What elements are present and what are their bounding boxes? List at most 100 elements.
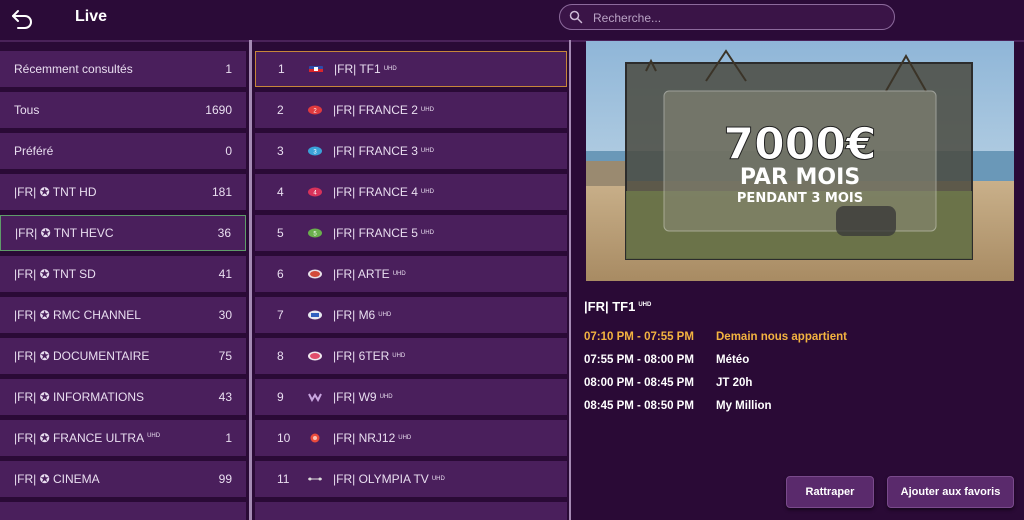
channel-item[interactable]: 4 4 |FR| FRANCE 4 UHD — [255, 174, 567, 210]
channel-number: 8 — [277, 349, 284, 363]
category-label: |FR| ✪ RMC CHANNEL — [14, 308, 141, 322]
channel-item[interactable]: 11 |FR| OLYMPIA TV UHD — [255, 461, 567, 497]
category-item-tnt-sd[interactable]: |FR| ✪ TNT SD 41 — [0, 256, 246, 292]
category-item-rmc[interactable]: |FR| ✪ RMC CHANNEL 30 — [0, 297, 246, 333]
uhd-badge: UHD — [378, 312, 392, 318]
category-item-cinema[interactable]: |FR| ✪ CINEMA 99 — [0, 461, 246, 497]
category-item-favorites[interactable]: Préféré 0 — [0, 133, 246, 169]
category-count: 41 — [218, 267, 232, 281]
epg-program-title: My Million — [716, 400, 772, 412]
tf1-logo-icon — [309, 66, 323, 72]
category-label: |FR| ✪ INFORMATIONS — [14, 390, 145, 404]
category-item-france-ultra[interactable]: |FR| ✪ FRANCE ULTRA UHD 1 — [0, 420, 246, 456]
category-item-all[interactable]: Tous 1690 — [0, 92, 246, 128]
category-count: 30 — [218, 308, 232, 322]
channel-item[interactable]: 8 |FR| 6TER UHD — [255, 338, 567, 374]
uhd-badge: UHD — [420, 107, 434, 113]
epg-row: 08:00 PM - 08:45 PM JT 20h — [584, 377, 752, 389]
channel-name: |FR| W9 — [333, 390, 377, 404]
epg-row: 08:45 PM - 08:50 PM My Million — [584, 400, 772, 412]
channel-item[interactable]: 10 |FR| NRJ12 UHD — [255, 420, 567, 456]
channel-item[interactable]: 7 |FR| M6 UHD — [255, 297, 567, 333]
channel-name: |FR| FRANCE 4 — [333, 185, 418, 199]
channel-item-partial[interactable] — [255, 502, 567, 520]
epg-program-title: Météo — [716, 354, 750, 366]
category-item-documentaire[interactable]: |FR| ✪ DOCUMENTAIRE 75 — [0, 338, 246, 374]
category-count: 43 — [218, 390, 232, 404]
category-label: |FR| ✪ CINEMA — [14, 472, 100, 486]
channel-number: 3 — [277, 144, 284, 158]
add-to-favorites-button[interactable]: Ajouter aux favoris — [887, 476, 1014, 508]
channel-name: |FR| ARTE — [333, 267, 390, 281]
channel-number: 7 — [277, 308, 284, 322]
channel-number: 10 — [277, 431, 291, 445]
channel-name: |FR| TF1 — [584, 299, 636, 314]
search-icon — [569, 10, 583, 24]
channel-item[interactable]: 3 3 |FR| FRANCE 3 UHD — [255, 133, 567, 169]
category-count: 0 — [225, 144, 232, 158]
category-label: |FR| ✪ DOCUMENTAIRE — [14, 349, 150, 363]
epg-time: 07:55 PM - 08:00 PM — [584, 354, 694, 366]
epg-time: 08:00 PM - 08:45 PM — [584, 377, 694, 389]
promo-line: PAR MOIS — [740, 165, 860, 190]
category-label: |FR| ✪ TNT HEVC — [15, 226, 114, 240]
category-label: Tous — [14, 103, 40, 117]
channel-item[interactable]: 6 |FR| ARTE UHD — [255, 256, 567, 292]
m6-logo-icon — [308, 310, 322, 320]
category-count: 1 — [225, 62, 232, 76]
search-input[interactable] — [591, 8, 885, 28]
back-arrow-icon[interactable] — [10, 6, 36, 32]
epg-row-current: 07:10 PM - 07:55 PM Demain nous appartien… — [584, 331, 847, 343]
channel-item[interactable]: 5 5 |FR| FRANCE 5 UHD — [255, 215, 567, 251]
category-count: 36 — [217, 226, 231, 240]
category-label: |FR| ✪ FRANCE ULTRA — [14, 431, 145, 445]
category-label: |FR| ✪ TNT SD — [14, 267, 96, 281]
category-item-recent[interactable]: Récemment consultés 1 — [0, 51, 246, 87]
category-item-informations[interactable]: |FR| ✪ INFORMATIONS 43 — [0, 379, 246, 415]
column-divider — [569, 40, 571, 520]
channel-item[interactable]: 2 2 |FR| FRANCE 2 UHD — [255, 92, 567, 128]
6ter-logo-icon — [308, 351, 322, 361]
category-item-tnt-hevc[interactable]: |FR| ✪ TNT HEVC 36 — [0, 215, 246, 251]
channel-name: |FR| M6 — [333, 308, 376, 322]
page-title: Live — [75, 8, 108, 25]
channel-name: |FR| TF1 — [334, 62, 381, 76]
channel-number: 2 — [277, 103, 284, 117]
catchup-button[interactable]: Rattraper — [786, 476, 874, 508]
uhd-badge: UHD — [420, 230, 434, 236]
promo-amount: 7000€ — [723, 119, 876, 170]
channel-number: 6 — [277, 267, 284, 281]
channel-number: 1 — [278, 62, 285, 76]
category-label: Récemment consultés — [14, 62, 133, 76]
channel-list: 1 |FR| TF1 UHD 2 2 |FR| FRANCE 2 UHD 3 3 |FR| F… — [252, 40, 569, 520]
channel-number: 11 — [277, 472, 290, 486]
france4-logo-icon: 4 — [308, 187, 322, 197]
category-item-tnt-hd[interactable]: |FR| ✪ TNT HD 181 — [0, 174, 246, 210]
category-item-partial[interactable] — [0, 502, 246, 520]
uhd-badge: UHD — [147, 433, 161, 439]
w9-logo-icon — [308, 393, 322, 402]
uhd-badge: UHD — [379, 394, 393, 400]
video-preview[interactable]: 7000€ PAR MOIS PENDANT 3 MOIS — [586, 41, 1014, 281]
channel-name: |FR| OLYMPIA TV — [333, 472, 429, 486]
france5-logo-icon: 5 — [308, 228, 322, 238]
channel-number: 4 — [277, 185, 284, 199]
channel-name: |FR| FRANCE 5 — [333, 226, 418, 240]
top-bar: Live — [0, 0, 1024, 40]
search-box[interactable] — [559, 4, 895, 30]
category-label: |FR| ✪ TNT HD — [14, 185, 97, 199]
france3-logo-icon: 3 — [308, 146, 322, 156]
epg-time: 08:45 PM - 08:50 PM — [584, 400, 694, 412]
channel-item[interactable]: 9 |FR| W9 UHD — [255, 379, 567, 415]
channel-item[interactable]: 1 |FR| TF1 UHD — [255, 51, 567, 87]
category-count: 1 — [225, 431, 232, 445]
category-count: 181 — [211, 185, 232, 199]
uhd-badge: UHD — [398, 435, 412, 441]
uhd-badge: UHD — [392, 353, 406, 359]
category-count: 75 — [218, 349, 232, 363]
channel-name: |FR| FRANCE 2 — [333, 103, 418, 117]
category-count: 1690 — [205, 103, 232, 117]
uhd-badge: UHD — [383, 66, 397, 72]
olympia-tv-logo-icon — [308, 477, 322, 481]
category-count: 99 — [218, 472, 232, 486]
